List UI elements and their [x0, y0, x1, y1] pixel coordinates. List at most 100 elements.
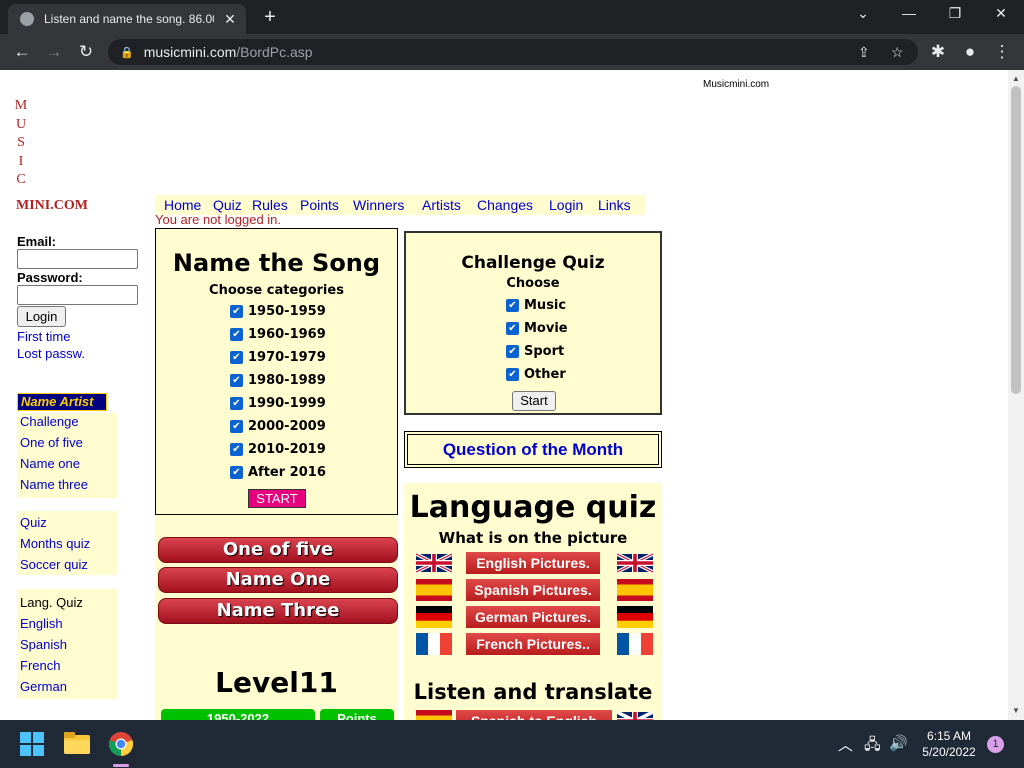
nav-quiz[interactable]: Quiz: [213, 197, 242, 213]
first-time-link[interactable]: First time: [17, 329, 70, 344]
menu-english[interactable]: English: [20, 616, 63, 631]
category-checkbox[interactable]: ✔ After 2016: [230, 465, 326, 480]
close-tab-icon[interactable]: ✕: [222, 11, 238, 28]
menu-kebab-icon[interactable]: ⋮: [990, 41, 1014, 63]
years-button[interactable]: 1950-2022: [161, 709, 315, 720]
category-checkbox[interactable]: ✔ 1980-1989: [230, 373, 326, 388]
category-checkbox[interactable]: ✔ 1990-1999: [230, 396, 326, 411]
restore-button[interactable]: ❐: [940, 5, 970, 22]
question-of-month-link[interactable]: Question of the Month: [407, 434, 659, 465]
address-bar[interactable]: 🔒 musicmini.com/BordPc.asp ⇪ ☆: [108, 39, 918, 65]
challenge-quiz-panel: Challenge Quiz Choose ✔ Music ✔ Movie ✔ Spo…: [404, 231, 662, 415]
notification-badge[interactable]: 1: [987, 736, 1004, 753]
lost-password-link[interactable]: Lost passw.: [17, 346, 85, 361]
menu-spanish[interactable]: Spanish: [20, 637, 67, 652]
uk-flag-icon: [617, 552, 653, 574]
menu-months-quiz[interactable]: Months quiz: [20, 536, 90, 551]
name-one-button[interactable]: Name One: [158, 567, 398, 593]
tab-search-icon[interactable]: ⌄: [848, 5, 878, 22]
challenge-start-button[interactable]: Start: [512, 391, 556, 411]
chevron-up-icon[interactable]: ︿: [838, 734, 853, 755]
challenge-checkbox[interactable]: ✔ Movie: [506, 321, 568, 336]
checkbox-checked-icon[interactable]: ✔: [230, 420, 243, 433]
password-field[interactable]: [17, 285, 138, 305]
song-start-button[interactable]: START: [248, 489, 306, 508]
scroll-thumb[interactable]: [1011, 86, 1021, 394]
checkbox-checked-icon[interactable]: ✔: [506, 322, 519, 335]
checkbox-checked-icon[interactable]: ✔: [230, 305, 243, 318]
browser-toolbar: ← → ↻ 🔒 musicmini.com/BordPc.asp ⇪ ☆ ✱ ●…: [0, 34, 1024, 70]
menu-challenge[interactable]: Challenge: [20, 414, 79, 429]
menu-name-one[interactable]: Name one: [20, 456, 80, 471]
question-of-month-box: Question of the Month: [404, 431, 662, 468]
close-window-button[interactable]: ✕: [986, 5, 1016, 22]
back-icon[interactable]: ←: [10, 41, 34, 63]
checkbox-checked-icon[interactable]: ✔: [230, 397, 243, 410]
menu-quiz[interactable]: Quiz: [20, 515, 47, 530]
nav-artists[interactable]: Artists: [422, 197, 461, 213]
scroll-up-icon[interactable]: ▲: [1008, 72, 1024, 86]
checkbox-checked-icon[interactable]: ✔: [230, 328, 243, 341]
german-pictures-button[interactable]: German Pictures.: [466, 606, 600, 628]
category-checkbox[interactable]: ✔ 2010-2019: [230, 442, 326, 457]
checkbox-checked-icon[interactable]: ✔: [230, 374, 243, 387]
challenge-subtitle: Choose: [506, 276, 560, 291]
menu-one-of-five[interactable]: One of five: [20, 435, 83, 450]
scroll-down-icon[interactable]: ▼: [1008, 704, 1024, 718]
nav-login[interactable]: Login: [549, 197, 583, 213]
level-title: Level11: [215, 666, 338, 699]
nav-home[interactable]: Home: [164, 197, 201, 213]
forward-icon[interactable]: →: [42, 41, 66, 63]
login-button[interactable]: Login: [17, 306, 66, 327]
spanish-pictures-button[interactable]: Spanish Pictures.: [466, 579, 600, 601]
email-field[interactable]: [17, 249, 138, 269]
category-checkbox[interactable]: ✔ 2000-2009: [230, 419, 326, 434]
profile-icon[interactable]: ●: [958, 41, 982, 63]
nav-rules[interactable]: Rules: [252, 197, 288, 213]
germany-flag-icon: [416, 606, 452, 628]
checkbox-checked-icon[interactable]: ✔: [506, 368, 519, 381]
reload-icon[interactable]: ↻: [74, 41, 98, 63]
one-of-five-button[interactable]: One of five: [158, 537, 398, 563]
tab-title: Listen and name the song. 86.000: [44, 12, 214, 26]
nav-winners[interactable]: Winners: [353, 197, 404, 213]
windows-start-icon[interactable]: [20, 732, 44, 756]
file-explorer-icon[interactable]: [64, 732, 90, 754]
challenge-checkbox[interactable]: ✔ Music: [506, 298, 566, 313]
share-icon[interactable]: ⇪: [858, 39, 870, 65]
nav-points[interactable]: Points: [300, 197, 339, 213]
nav-changes[interactable]: Changes: [477, 197, 533, 213]
nav-links[interactable]: Links: [598, 197, 631, 213]
volume-icon[interactable]: 🔊: [889, 734, 908, 752]
checkbox-checked-icon[interactable]: ✔: [506, 345, 519, 358]
browser-tab[interactable]: Listen and name the song. 86.000 ✕: [8, 4, 246, 34]
category-checkbox[interactable]: ✔ 1960-1969: [230, 327, 326, 342]
french-pictures-button[interactable]: French Pictures..: [466, 633, 600, 655]
network-icon[interactable]: 🖧: [864, 734, 881, 759]
vertical-scrollbar[interactable]: ▲ ▼: [1008, 70, 1024, 720]
checkbox-checked-icon[interactable]: ✔: [230, 443, 243, 456]
challenge-checkbox[interactable]: ✔ Other: [506, 367, 566, 382]
spanish-to-english-button[interactable]: Spanish to English: [456, 710, 612, 720]
bookmark-star-icon[interactable]: ☆: [891, 39, 904, 65]
name-three-button[interactable]: Name Three: [158, 598, 398, 624]
challenge-checkbox[interactable]: ✔ Sport: [506, 344, 564, 359]
menu-name-three[interactable]: Name three: [20, 477, 88, 492]
menu-french[interactable]: French: [20, 658, 60, 673]
checkbox-checked-icon[interactable]: ✔: [230, 351, 243, 364]
category-checkbox[interactable]: ✔ 1970-1979: [230, 350, 326, 365]
system-clock[interactable]: 6:15 AM 5/20/2022: [914, 728, 984, 760]
checkbox-checked-icon[interactable]: ✔: [230, 466, 243, 479]
challenge-title: Challenge Quiz: [461, 253, 605, 273]
chrome-icon[interactable]: [108, 731, 134, 757]
checkbox-checked-icon[interactable]: ✔: [506, 299, 519, 312]
menu-german[interactable]: German: [20, 679, 67, 694]
english-pictures-button[interactable]: English Pictures.: [466, 552, 600, 574]
new-tab-button[interactable]: +: [258, 6, 282, 30]
points-button[interactable]: Points: [320, 709, 394, 720]
extensions-icon[interactable]: ✱: [926, 41, 950, 63]
name-artist-banner[interactable]: Name Artist: [17, 393, 107, 411]
menu-soccer-quiz[interactable]: Soccer quiz: [20, 557, 88, 572]
category-checkbox[interactable]: ✔ 1950-1959: [230, 304, 326, 319]
minimize-button[interactable]: —: [894, 5, 924, 21]
